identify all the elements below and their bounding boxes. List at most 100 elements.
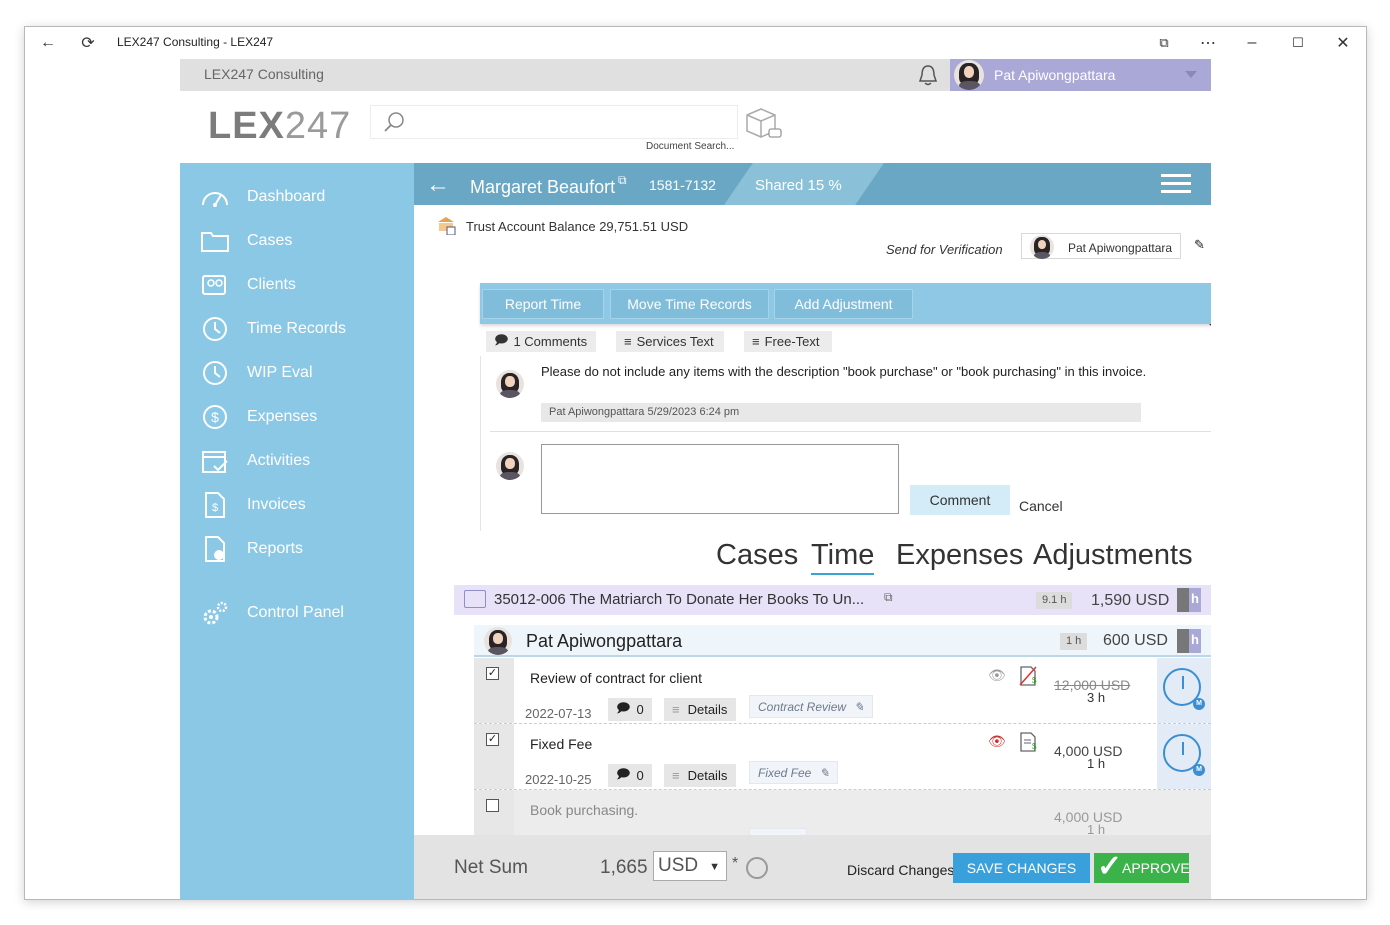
calendar-icon xyxy=(202,451,228,473)
edit-pencil-icon[interactable]: ✎ xyxy=(1194,237,1205,253)
discard-changes-button[interactable]: Discard Changes xyxy=(847,862,954,878)
not-billable-icon[interactable]: $ xyxy=(1019,666,1037,686)
sidebar-item-time-records[interactable]: Time Records xyxy=(180,309,414,349)
sidebar-item-label: Cases xyxy=(247,232,293,249)
back-arrow-icon[interactable]: ← xyxy=(426,171,450,199)
chevron-down-icon[interactable] xyxy=(1185,71,1197,78)
hours-toggle-icon[interactable]: h xyxy=(1177,629,1201,653)
external-link-icon[interactable]: ⧉ xyxy=(884,590,893,605)
checkbox-column: ✓ xyxy=(474,658,514,723)
sidebar-item-dashboard[interactable]: Dashboard xyxy=(180,177,414,217)
record-description[interactable]: Fixed Fee xyxy=(530,736,592,752)
document-box-icon[interactable] xyxy=(743,105,783,141)
sidebar-item-cases[interactable]: Cases xyxy=(180,221,414,261)
case-header: ← Margaret Beaufort ⧉ 1581-7132 Shared 1… xyxy=(414,163,1211,205)
row-checkbox[interactable]: ✓ xyxy=(486,667,499,680)
sidebar-item-activities[interactable]: Activities xyxy=(180,441,414,481)
sidebar-item-wip-eval[interactable]: WIP Eval xyxy=(180,353,414,393)
search-input[interactable] xyxy=(370,105,738,139)
refresh-icon[interactable]: ⟳ xyxy=(77,32,99,54)
search-caption: Document Search... xyxy=(646,141,735,152)
record-description[interactable]: Book purchasing. xyxy=(530,802,638,818)
record-hours: 3 h xyxy=(1087,690,1106,705)
sidebar-item-clients[interactable]: Clients xyxy=(180,265,414,305)
move-time-records-button[interactable]: Move Time Records xyxy=(610,289,769,319)
bell-icon[interactable] xyxy=(917,63,939,87)
eye-icon[interactable]: 👁 xyxy=(988,667,1006,684)
cancel-button[interactable]: Cancel xyxy=(1019,498,1063,514)
sidebar-item-reports[interactable]: Reports xyxy=(180,529,414,569)
case-amount: 1,590 USD xyxy=(1091,592,1170,609)
corner-marker xyxy=(1209,324,1211,338)
hamburger-menu-icon[interactable] xyxy=(1161,174,1191,194)
details-button[interactable]: ≡ Details xyxy=(664,698,736,721)
sidebar-item-label: Expenses xyxy=(247,408,318,425)
hours-badge: 1 h xyxy=(1060,633,1088,650)
save-changes-button[interactable]: SAVE CHANGES xyxy=(953,853,1090,883)
trust-account-balance: Trust Account Balance 29,751.51 USD xyxy=(466,219,689,234)
back-arrow-icon[interactable]: ← xyxy=(37,32,59,54)
logo: LEX247 xyxy=(208,105,352,147)
more-icon[interactable]: ⋯ xyxy=(1197,32,1219,54)
check-icon: ✓ xyxy=(1097,850,1123,883)
avatar xyxy=(1030,235,1054,259)
sidebar: Dashboard Cases Clients Time Records WIP… xyxy=(180,163,414,899)
external-link-icon[interactable]: ⧉ xyxy=(618,173,627,188)
record-description[interactable]: Review of contract for client xyxy=(530,670,702,686)
sidebar-item-expenses[interactable]: $ Expenses xyxy=(180,397,414,437)
timer-clock-icon[interactable]: M xyxy=(1163,734,1205,776)
tab-free-text[interactable]: ≡ Free-Text xyxy=(744,331,832,352)
globe-icon[interactable] xyxy=(746,857,768,879)
firm-name: LEX247 Consulting xyxy=(204,66,324,82)
window-title: LEX247 Consulting - LEX247 xyxy=(117,35,274,49)
chevron-down-icon: ▼ xyxy=(709,861,720,873)
list-icon: ≡ xyxy=(752,334,760,349)
add-adjustment-button[interactable]: Add Adjustment xyxy=(774,289,913,319)
window-titlebar: ← ⟳ LEX247 Consulting - LEX247 ⧉ ⋯ – ☐ ✕ xyxy=(25,27,1366,59)
details-button[interactable]: ≡ Details xyxy=(664,764,736,787)
eye-hidden-icon[interactable]: 👁 xyxy=(988,733,1006,750)
sidebar-item-label: Clients xyxy=(247,276,296,293)
timer-clock-icon[interactable]: M xyxy=(1163,668,1205,710)
sidebar-item-control-panel[interactable]: Control Panel xyxy=(180,593,414,633)
comment-icon: 🗩 xyxy=(616,699,631,715)
billable-icon[interactable]: $ xyxy=(1019,732,1037,752)
comment-input[interactable] xyxy=(541,444,899,514)
tab-adjustments[interactable]: Adjustments xyxy=(1033,539,1193,572)
tab-time[interactable]: Time xyxy=(811,539,875,575)
activity-tag[interactable]: Contract Review ✎ xyxy=(749,695,874,718)
clock-icon xyxy=(203,361,227,385)
case-group-row[interactable]: 35012-006 The Matriarch To Donate Her Bo… xyxy=(454,585,1211,615)
footer-bar: Net Sum 1,665 USD ▼ * Discard Changes SAV… xyxy=(414,835,1211,899)
time-record-row: ✓ Fixed Fee 2022-10-25 🗩 0 ≡ Details Fixed… xyxy=(474,724,1211,790)
hours-toggle-icon[interactable]: h xyxy=(1177,588,1201,612)
minimize-icon[interactable]: – xyxy=(1241,32,1263,54)
comments-count-button[interactable]: 🗩 0 xyxy=(608,698,652,721)
edit-pencil-icon: ✎ xyxy=(819,765,830,780)
close-icon[interactable]: ✕ xyxy=(1332,32,1354,54)
approve-button[interactable]: ✓ APPROVE xyxy=(1094,850,1190,883)
user-menu[interactable]: Pat Apiwongpattara xyxy=(950,59,1211,91)
tab-services-text[interactable]: ≡ Services Text xyxy=(616,331,724,352)
row-checkbox[interactable] xyxy=(486,799,499,812)
record-date: 2022-07-13 xyxy=(525,706,592,721)
tab-expenses[interactable]: Expenses xyxy=(896,539,1023,572)
report-time-button[interactable]: Report Time xyxy=(482,289,604,319)
activity-tag[interactable]: Fixed Fee ✎ xyxy=(749,761,839,784)
sidebar-item-invoices[interactable]: $ Invoices xyxy=(180,485,414,525)
maximize-icon[interactable]: ☐ xyxy=(1287,32,1309,54)
tab-cases[interactable]: Cases xyxy=(716,539,798,572)
comment-button[interactable]: Comment xyxy=(910,485,1010,515)
main-content: ← Margaret Beaufort ⧉ 1581-7132 Shared 1… xyxy=(414,163,1211,899)
list-icon: ≡ xyxy=(672,768,680,783)
case-title: 35012-006 The Matriarch To Donate Her Bo… xyxy=(494,591,865,608)
cast-icon[interactable]: ⧉ xyxy=(1153,32,1175,54)
tab-comments[interactable]: 🗩 1 Comments xyxy=(486,331,596,352)
list-icon: ≡ xyxy=(624,334,632,349)
verifier-select[interactable]: Pat Apiwongpattara xyxy=(1021,233,1181,259)
currency-select[interactable]: USD ▼ xyxy=(653,851,727,881)
case-client-name[interactable]: Margaret Beaufort xyxy=(470,177,615,198)
row-checkbox[interactable]: ✓ xyxy=(486,733,499,746)
comments-count-button[interactable]: 🗩 0 xyxy=(608,764,652,787)
person-row: Pat Apiwongpattara 1 h 600 USD h xyxy=(474,625,1211,657)
